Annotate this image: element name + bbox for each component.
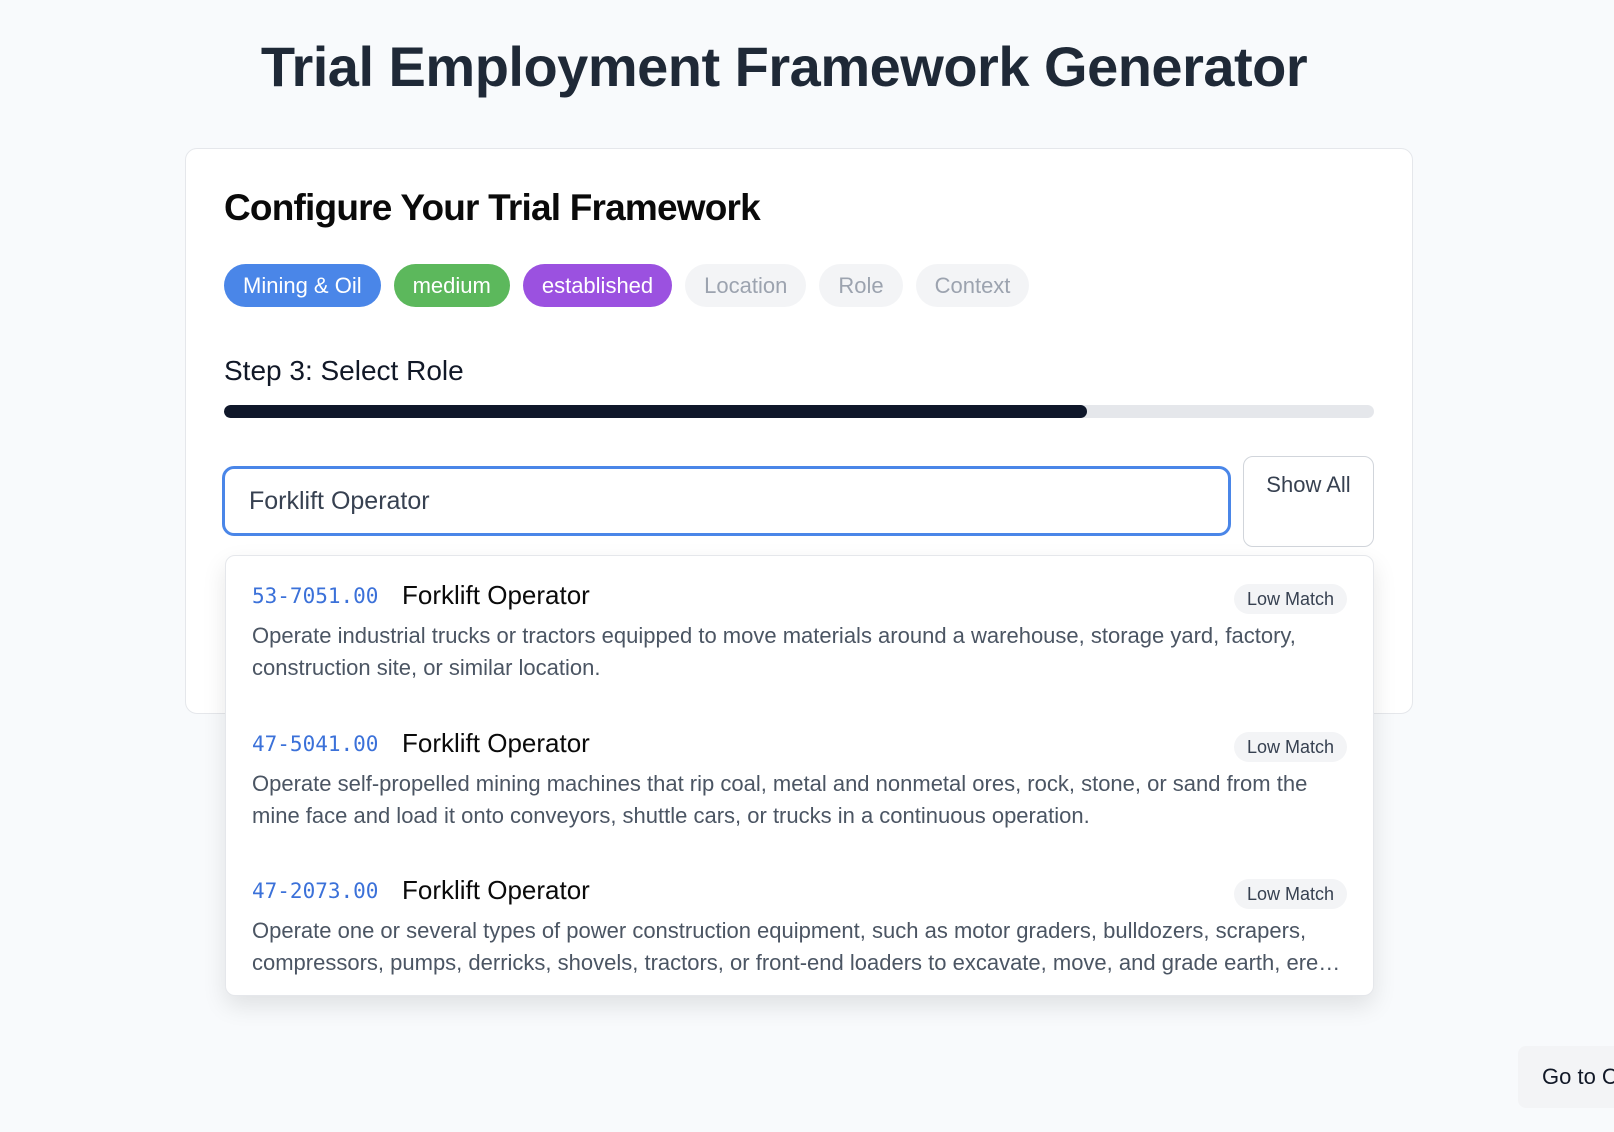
- step-label: Step 3: Select Role: [224, 355, 464, 386]
- chip-location[interactable]: Location: [685, 264, 807, 307]
- go-to-button[interactable]: Go to C: [1518, 1046, 1614, 1108]
- result-title: Forklift Operator: [402, 728, 590, 758]
- occupation-code: 47-5041.00: [252, 732, 379, 756]
- result-description: Operate self-propelled mining machines t…: [252, 771, 1308, 828]
- chip-company-stage[interactable]: established: [522, 264, 673, 307]
- occupation-code: 47-2073.00: [252, 879, 379, 903]
- match-badge: Low Match: [1233, 732, 1347, 762]
- chip-context[interactable]: Context: [915, 264, 1030, 307]
- chip-role[interactable]: Role: [819, 264, 903, 307]
- match-badge: Low Match: [1233, 879, 1347, 909]
- role-results-dropdown: 53-7051.00 Forklift Operator Low Match O…: [225, 555, 1374, 996]
- result-item[interactable]: 53-7051.00 Forklift Operator Low Match O…: [252, 578, 1347, 708]
- result-item[interactable]: 47-5041.00 Forklift Operator Low Match O…: [252, 726, 1347, 856]
- result-title: Forklift Operator: [402, 875, 590, 905]
- result-description: Operate industrial trucks or tractors eq…: [252, 623, 1296, 680]
- result-title: Forklift Operator: [402, 580, 590, 610]
- result-item[interactable]: 47-2073.00 Forklift Operator Low Match O…: [252, 873, 1347, 995]
- progress-fill: [224, 405, 1087, 418]
- card-title: Configure Your Trial Framework: [224, 187, 761, 228]
- step-chips: Mining & Oil medium established Location…: [224, 264, 1030, 307]
- result-description: Operate one or several types of power co…: [252, 918, 1336, 975]
- match-badge: Low Match: [1233, 584, 1347, 614]
- progress-bar: [224, 405, 1374, 418]
- role-search-input[interactable]: [222, 466, 1231, 536]
- occupation-code: 53-7051.00: [252, 584, 379, 608]
- page-title: Trial Employment Framework Generator: [260, 35, 1308, 98]
- chip-company-size[interactable]: medium: [393, 264, 510, 307]
- page: Trial Employment Framework Generator Con…: [0, 0, 1614, 1132]
- show-all-button[interactable]: Show All: [1243, 456, 1374, 547]
- chip-industry[interactable]: Mining & Oil: [224, 264, 381, 307]
